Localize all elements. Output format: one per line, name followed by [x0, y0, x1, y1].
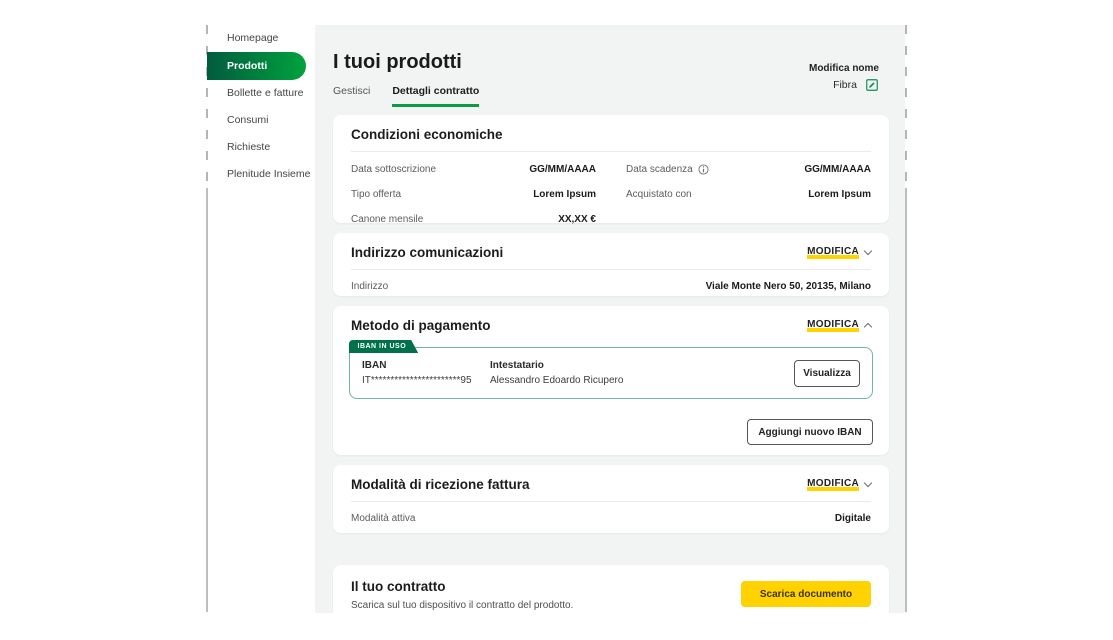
iban-value: IT***********************95	[362, 375, 490, 386]
row-label: Modalità attiva	[351, 513, 415, 524]
card-head: Metodo di pagamento MODIFICA	[333, 306, 889, 333]
main-content: I tuoi prodotti Gestisci Dettagli contra…	[315, 25, 905, 613]
sidebar-item-consumi[interactable]: Consumi	[207, 107, 307, 134]
modifica-address-link[interactable]: MODIFICA	[807, 246, 871, 259]
page-title: I tuoi prodotti	[333, 51, 462, 74]
modifica-label: MODIFICA	[807, 246, 859, 259]
tab-dettagli-contratto[interactable]: Dettagli contratto	[392, 85, 479, 107]
table-row: Data scadenza GG/MM/AAAA	[626, 157, 871, 182]
add-iban-row: Aggiungi nuovo IBAN	[349, 419, 873, 445]
modifica-label: MODIFICA	[807, 319, 859, 332]
card-head: Condizioni economiche	[333, 115, 889, 142]
holder-column: Intestatario Alessandro Edoardo Ricupero	[490, 360, 794, 386]
card-title: Indirizzo comunicazioni	[351, 245, 503, 260]
modifica-invoice-link[interactable]: MODIFICA	[807, 478, 871, 491]
row-value: Digitale	[835, 513, 871, 524]
invoice-delivery-card: Modalità di ricezione fattura MODIFICA M…	[333, 465, 889, 533]
communications-address-card: Indirizzo comunicazioni MODIFICA Indiriz…	[333, 233, 889, 296]
contract-card: Il tuo contratto Scarica sul tuo disposi…	[333, 565, 889, 613]
card-body: Indirizzo Viale Monte Nero 50, 20135, Mi…	[333, 270, 889, 299]
card-title: Modalità di ricezione fattura	[351, 477, 530, 492]
modifica-payment-link[interactable]: MODIFICA	[807, 319, 871, 332]
chevron-down-icon	[864, 479, 872, 487]
row-value: Viale Monte Nero 50, 20135, Milano	[706, 281, 871, 292]
tab-bar: Gestisci Dettagli contratto	[333, 85, 479, 107]
row-value: GG/MM/AAAA	[804, 164, 871, 175]
sidebar-item-bollette-e-fatture[interactable]: Bollette e fatture	[207, 80, 307, 107]
contract-text-block: Il tuo contratto Scarica sul tuo disposi…	[351, 579, 573, 611]
card-head: Modalità di ricezione fattura MODIFICA	[333, 465, 889, 492]
row-label: Tipo offerta	[351, 189, 401, 200]
iban-in-use-badge: IBAN IN USO	[349, 340, 419, 353]
edit-square-icon[interactable]	[865, 78, 879, 92]
card-body: Modalità attiva Digitale	[333, 502, 889, 531]
visualizza-button[interactable]: Visualizza	[794, 360, 860, 387]
table-row: Indirizzo Viale Monte Nero 50, 20135, Mi…	[351, 274, 871, 299]
economic-grid: Data sottoscrizione GG/MM/AAAA Tipo offe…	[333, 152, 889, 232]
row-label: Acquistato con	[626, 189, 692, 200]
economic-left-column: Data sottoscrizione GG/MM/AAAA Tipo offe…	[351, 157, 596, 232]
holder-label: Intestatario	[490, 360, 794, 371]
sidebar-item-plenitude-insieme[interactable]: Plenitude Insieme	[207, 161, 307, 188]
card-title: Il tuo contratto	[351, 579, 573, 594]
table-row: Tipo offerta Lorem Ipsum	[351, 182, 596, 207]
product-name-row: Fibra	[809, 78, 879, 92]
contract-subtitle: Scarica sul tuo dispositivo il contratto…	[351, 600, 573, 611]
rename-label: Modifica nome	[809, 63, 879, 74]
sidebar-item-richieste[interactable]: Richieste	[207, 134, 307, 161]
tab-gestisci[interactable]: Gestisci	[333, 85, 370, 107]
row-value: Lorem Ipsum	[533, 189, 596, 200]
table-row: Canone mensile XX,XX €	[351, 207, 596, 232]
economic-conditions-card: Condizioni economiche Data sottoscrizion…	[333, 115, 889, 223]
holder-value: Alessandro Edoardo Ricupero	[490, 375, 794, 386]
iban-column: IBAN IT***********************95	[362, 360, 490, 386]
table-row: Modalità attiva Digitale	[351, 506, 871, 531]
card-title: Metodo di pagamento	[351, 318, 491, 333]
iban-label: IBAN	[362, 360, 490, 371]
payment-method-card: Metodo di pagamento MODIFICA IBAN IN USO…	[333, 306, 889, 455]
card-title: Condizioni economiche	[351, 127, 503, 142]
economic-right-column: Data scadenza GG/MM/AAAA	[626, 157, 871, 232]
download-contract-button[interactable]: Scarica documento	[741, 581, 871, 607]
modifica-label: MODIFICA	[807, 478, 859, 491]
sidebar-item-prodotti[interactable]: Prodotti	[207, 52, 306, 80]
row-label-text: Data scadenza	[626, 164, 693, 175]
chevron-down-icon	[864, 247, 872, 255]
row-label: Data sottoscrizione	[351, 164, 436, 175]
iban-in-use-box: IBAN IN USO IBAN IT*********************…	[349, 347, 873, 399]
sidebar: Homepage Prodotti Bollette e fatture Con…	[207, 25, 307, 188]
left-solid-guide	[206, 188, 208, 612]
info-icon[interactable]	[698, 164, 709, 175]
sidebar-item-homepage[interactable]: Homepage	[207, 25, 307, 52]
row-value: XX,XX €	[558, 214, 596, 225]
rename-block: Modifica nome Fibra	[809, 63, 879, 92]
right-dashed-guide	[905, 25, 907, 188]
table-row: Data sottoscrizione GG/MM/AAAA	[351, 157, 596, 182]
right-solid-guide	[905, 188, 907, 612]
row-label: Data scadenza	[626, 164, 709, 175]
page: Homepage Prodotti Bollette e fatture Con…	[0, 0, 1113, 640]
row-label: Indirizzo	[351, 281, 388, 292]
row-value: GG/MM/AAAA	[529, 164, 596, 175]
chevron-up-icon	[864, 323, 872, 331]
row-label: Canone mensile	[351, 214, 423, 225]
row-value: Lorem Ipsum	[808, 189, 871, 200]
table-row: Acquistato con Lorem Ipsum	[626, 182, 871, 207]
product-name: Fibra	[833, 79, 857, 91]
add-iban-button[interactable]: Aggiungi nuovo IBAN	[747, 419, 873, 445]
card-head: Indirizzo comunicazioni MODIFICA	[333, 233, 889, 260]
